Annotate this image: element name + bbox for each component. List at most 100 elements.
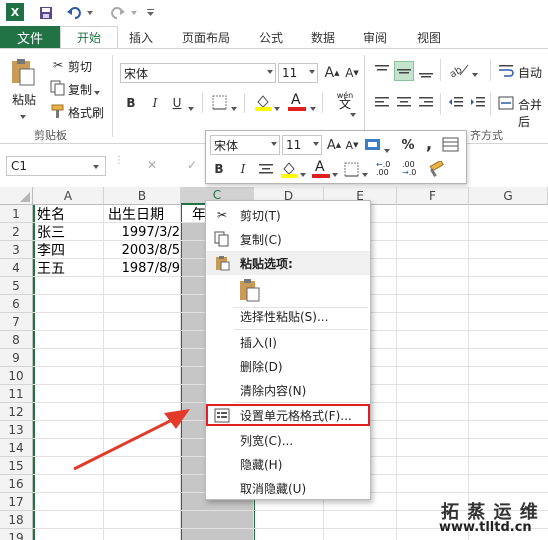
- select-all-corner[interactable]: [0, 187, 33, 205]
- undo-icon[interactable]: [64, 3, 84, 23]
- tab-formulas[interactable]: 公式: [248, 26, 294, 48]
- row-header-1[interactable]: 1: [0, 205, 33, 223]
- mini-comma-icon[interactable]: ,: [424, 134, 434, 153]
- row-header-10[interactable]: 10: [0, 367, 33, 385]
- column-header-A[interactable]: A: [33, 187, 104, 205]
- decrease-indent-icon[interactable]: [448, 95, 464, 114]
- menu-item-copy[interactable]: 复制(C): [206, 227, 370, 251]
- align-right-icon[interactable]: [418, 95, 434, 114]
- menu-item-delete[interactable]: 删除(D): [206, 354, 370, 378]
- menu-item-unhide[interactable]: 取消隐藏(U): [206, 476, 370, 500]
- mini-center-align-icon[interactable]: [258, 162, 274, 181]
- menu-item-column-width[interactable]: 列宽(C)...: [206, 428, 370, 452]
- mini-format-painter-icon[interactable]: [428, 159, 446, 182]
- row-header-6[interactable]: 6: [0, 295, 33, 313]
- mini-percent-icon[interactable]: %: [400, 137, 416, 153]
- save-icon[interactable]: [36, 3, 56, 23]
- menu-item-clear-contents[interactable]: 清除内容(N): [206, 378, 370, 402]
- tab-home[interactable]: 开始: [60, 26, 118, 48]
- row-header-18[interactable]: 18: [0, 511, 33, 529]
- row-header-14[interactable]: 14: [0, 439, 33, 457]
- row-header-13[interactable]: 13: [0, 421, 33, 439]
- tab-file[interactable]: 文件: [0, 26, 60, 48]
- cell-B3[interactable]: 2003/8/5: [108, 241, 180, 259]
- mini-increase-font-icon[interactable]: A ▲: [326, 137, 342, 153]
- underline-dropdown-icon[interactable]: [188, 101, 196, 115]
- orientation-icon[interactable]: ab: [448, 61, 470, 82]
- row-header-12[interactable]: 12: [0, 403, 33, 421]
- copy-button-label[interactable]: 复制: [68, 81, 92, 98]
- mini-table-icon[interactable]: [442, 137, 460, 156]
- wrap-text-label[interactable]: 自动: [518, 64, 542, 81]
- mini-number-format-icon[interactable]: [364, 137, 382, 156]
- row-header-17[interactable]: 17: [0, 493, 33, 511]
- font-color-dropdown-icon[interactable]: [310, 101, 318, 115]
- row-header-9[interactable]: 9: [0, 349, 33, 367]
- italic-icon[interactable]: I: [148, 95, 162, 111]
- merge-center-icon[interactable]: [498, 95, 514, 114]
- phonetic-dropdown-icon[interactable]: [350, 107, 358, 121]
- mini-increase-decimal-icon[interactable]: ←.0.00: [376, 161, 398, 179]
- scissors-icon[interactable]: ✂: [50, 57, 66, 73]
- mini-border-dropdown-icon[interactable]: [362, 167, 370, 181]
- mini-bold-icon[interactable]: B: [212, 161, 226, 177]
- redo-dropdown-icon[interactable]: [130, 3, 140, 23]
- cell-B2[interactable]: 1997/3/2: [108, 223, 180, 241]
- middle-align-icon[interactable]: [394, 61, 414, 81]
- mini-fill-color-icon[interactable]: [280, 160, 298, 181]
- row-header-4[interactable]: 4: [0, 259, 33, 277]
- align-left-icon[interactable]: [374, 95, 390, 114]
- fill-color-icon[interactable]: [254, 93, 272, 114]
- mini-italic-icon[interactable]: I: [236, 161, 250, 177]
- paste-icon[interactable]: [8, 57, 40, 87]
- row-header-8[interactable]: 8: [0, 331, 33, 349]
- cell-B1[interactable]: 出生日期: [108, 205, 164, 223]
- wrap-text-icon[interactable]: [498, 63, 514, 82]
- confirm-icon[interactable]: ✓: [184, 157, 200, 173]
- row-header-16[interactable]: 16: [0, 475, 33, 493]
- mini-border-icon[interactable]: [344, 162, 360, 181]
- row-header-7[interactable]: 7: [0, 313, 33, 331]
- row-header-19[interactable]: 19: [0, 529, 33, 540]
- tab-view[interactable]: 视图: [406, 26, 452, 48]
- font-size-dropdown[interactable]: 11: [278, 63, 318, 83]
- tab-review[interactable]: 审阅: [352, 26, 398, 48]
- font-color-icon[interactable]: A: [288, 92, 306, 111]
- name-box[interactable]: C1: [6, 156, 106, 176]
- cut-button-label[interactable]: 剪切: [68, 58, 92, 75]
- paste-button-label[interactable]: 粘贴: [12, 91, 36, 108]
- mini-font-color-icon[interactable]: A: [312, 159, 330, 178]
- cancel-icon[interactable]: ✕: [144, 157, 160, 173]
- cell-A3[interactable]: 李四: [37, 241, 65, 259]
- fill-color-dropdown-icon[interactable]: [274, 101, 282, 115]
- copy-dropdown-icon[interactable]: [94, 85, 102, 99]
- menu-item-paste-special[interactable]: 选择性粘贴(S)...: [206, 304, 370, 328]
- font-name-dropdown[interactable]: 宋体: [120, 63, 276, 83]
- row-header-11[interactable]: 11: [0, 385, 33, 403]
- tab-insert[interactable]: 插入: [118, 26, 164, 48]
- undo-dropdown-icon[interactable]: [86, 3, 96, 23]
- bold-icon[interactable]: B: [124, 95, 138, 111]
- column-header-B[interactable]: B: [104, 187, 181, 205]
- underline-icon[interactable]: U: [170, 95, 184, 111]
- cell-A1[interactable]: 姓名: [37, 205, 65, 223]
- border-icon[interactable]: [212, 95, 228, 114]
- row-header-5[interactable]: 5: [0, 277, 33, 295]
- bottom-align-icon[interactable]: [418, 63, 434, 82]
- row-header-3[interactable]: 3: [0, 241, 33, 259]
- mini-font-name-dropdown[interactable]: 宋体: [210, 135, 280, 155]
- row-header-15[interactable]: 15: [0, 457, 33, 475]
- mini-number-format-dropdown-icon[interactable]: [384, 143, 392, 157]
- copy-icon[interactable]: [50, 80, 66, 99]
- menu-item-format-cells[interactable]: 设置单元格格式(F)...: [206, 404, 370, 426]
- name-box-dropdown-icon[interactable]: [93, 164, 101, 170]
- tab-data[interactable]: 数据: [300, 26, 346, 48]
- menu-item-insert[interactable]: 插入(I): [206, 330, 370, 354]
- row-header-2[interactable]: 2: [0, 223, 33, 241]
- tab-page-layout[interactable]: 页面布局: [172, 26, 240, 48]
- redo-icon[interactable]: [108, 3, 128, 23]
- paste-option-icon[interactable]: [238, 277, 262, 303]
- align-center-icon[interactable]: [396, 95, 412, 114]
- increase-font-icon[interactable]: A ▲: [324, 65, 340, 81]
- cell-B4[interactable]: 1987/8/9: [108, 259, 180, 277]
